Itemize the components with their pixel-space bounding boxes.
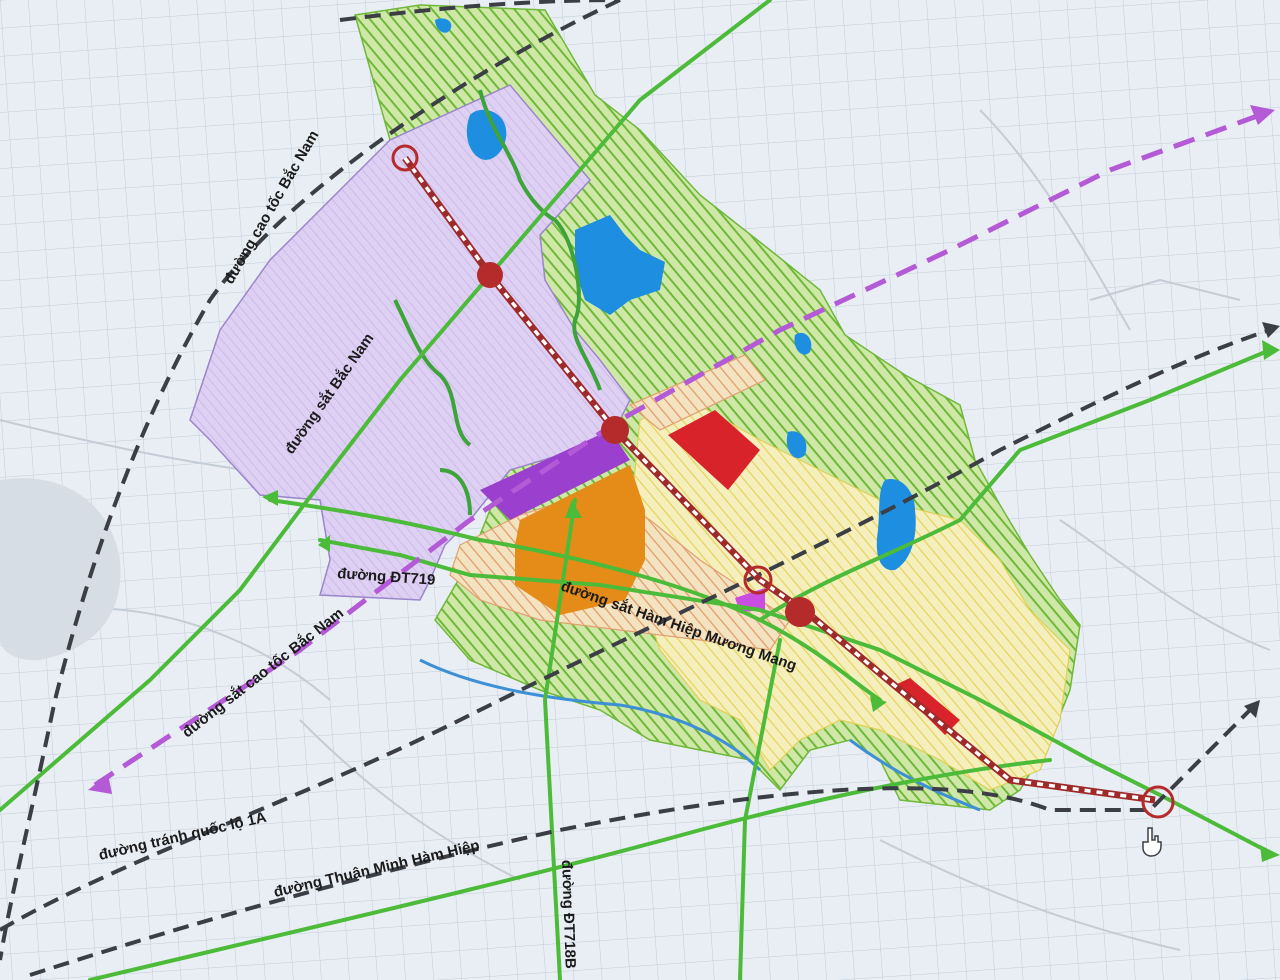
- planning-map: đường cao tốc Bắc Nam đường sắt Bắc Nam …: [0, 0, 1280, 980]
- station-marker-icon: [601, 416, 629, 444]
- station-marker-icon: [785, 597, 815, 627]
- station-marker-icon: [477, 262, 503, 288]
- map-canvas: đường cao tốc Bắc Nam đường sắt Bắc Nam …: [0, 0, 1280, 980]
